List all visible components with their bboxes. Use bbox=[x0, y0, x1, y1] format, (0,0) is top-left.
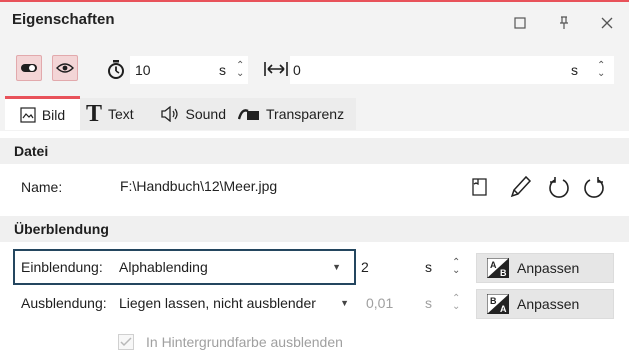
eye-icon bbox=[56, 63, 74, 73]
einblendung-spinner[interactable]: ⌃ ⌄ bbox=[452, 258, 460, 276]
preview-toggle[interactable] bbox=[52, 55, 78, 81]
visibility-mode-toggle[interactable] bbox=[16, 55, 42, 81]
einblendung-label: Einblendung: bbox=[21, 259, 103, 275]
tab-text[interactable]: T Text bbox=[80, 98, 154, 130]
einblendung-anpassen-button[interactable]: A B Anpassen bbox=[476, 253, 614, 283]
speaker-icon bbox=[161, 106, 178, 122]
svg-text:A: A bbox=[500, 304, 507, 314]
close-button[interactable] bbox=[590, 8, 624, 38]
einblendung-time-field[interactable]: 2 s bbox=[358, 253, 462, 281]
svg-text:A: A bbox=[490, 260, 497, 270]
tab-transparenz[interactable]: Transparenz bbox=[232, 98, 356, 130]
width-arrows-icon bbox=[264, 61, 288, 80]
ausblendung-anpassen-button[interactable]: B A Anpassen bbox=[476, 289, 614, 319]
pin-button[interactable] bbox=[547, 8, 581, 38]
ausblendung-time-field[interactable]: 0,01 s bbox=[358, 289, 462, 317]
ausblendung-dropdown[interactable]: Liegen lassen, nicht ausblender ▼ bbox=[115, 288, 355, 318]
chevron-down-icon: ▼ bbox=[340, 298, 349, 308]
text-icon: T bbox=[86, 101, 103, 127]
tab-sound[interactable]: Sound bbox=[154, 98, 232, 130]
ausblendung-label: Ausblendung: bbox=[21, 295, 107, 311]
svg-text:B: B bbox=[490, 296, 497, 306]
width-spinner[interactable]: ⌃ ⌄ bbox=[597, 61, 605, 79]
toggle-switch-icon bbox=[21, 64, 37, 72]
svg-text:B: B bbox=[500, 268, 507, 278]
rotate-left-icon[interactable] bbox=[547, 176, 571, 203]
section-datei: Datei bbox=[0, 138, 629, 164]
section-ueberblendung: Überblendung bbox=[0, 216, 629, 242]
hintergrund-checkbox[interactable] bbox=[118, 334, 134, 350]
einblendung-dropdown[interactable]: Alphablending ▼ bbox=[115, 252, 347, 282]
transparency-icon bbox=[238, 109, 259, 120]
open-file-icon[interactable] bbox=[472, 178, 488, 199]
chevron-down-icon: ▼ bbox=[332, 262, 341, 272]
tab-bild[interactable]: Bild bbox=[5, 96, 80, 130]
duration-field[interactable]: 10 s bbox=[130, 56, 248, 84]
transition-ba-icon: B A bbox=[487, 294, 509, 314]
close-icon bbox=[601, 17, 613, 29]
checkmark-icon bbox=[120, 337, 132, 347]
maximize-icon bbox=[514, 17, 526, 29]
ausblendung-spinner[interactable]: ⌃ ⌄ bbox=[452, 294, 460, 312]
hintergrund-checkbox-label: In Hintergrundfarbe ausblenden bbox=[146, 334, 343, 350]
width-field[interactable]: 0 s bbox=[290, 56, 614, 84]
rotate-right-icon[interactable] bbox=[582, 176, 606, 203]
window-title: Eigenschaften bbox=[12, 11, 115, 28]
pin-icon bbox=[560, 16, 568, 29]
duration-spinner[interactable]: ⌃ ⌄ bbox=[236, 61, 244, 79]
filename-field[interactable]: F:\Handbuch\12\Meer.jpg bbox=[114, 172, 496, 200]
stopwatch-icon bbox=[107, 60, 125, 83]
edit-brush-icon[interactable] bbox=[510, 174, 532, 201]
transition-ab-icon: A B bbox=[487, 258, 509, 278]
maximize-button[interactable] bbox=[503, 8, 537, 38]
name-label: Name: bbox=[21, 179, 63, 195]
image-icon bbox=[20, 106, 36, 123]
